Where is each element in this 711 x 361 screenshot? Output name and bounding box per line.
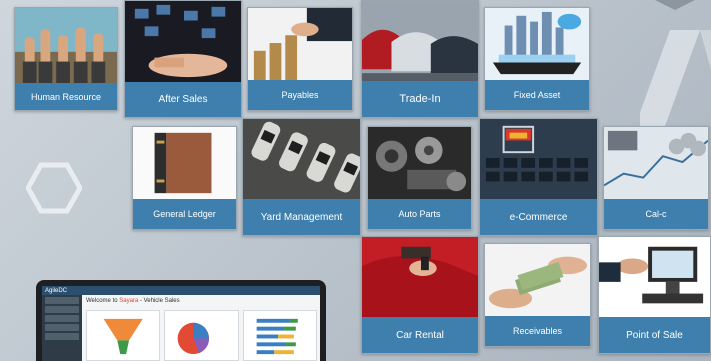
tile-label: General Ledger (133, 199, 236, 229)
app-sidebar-item (45, 333, 79, 340)
app-screen: AgileDC Welcome to Sayara - Vehicle Sale… (42, 286, 320, 361)
tile-payables[interactable]: Payables (247, 7, 353, 111)
tile-e-commerce[interactable]: e-Commerce (479, 118, 598, 236)
tile-car-rental[interactable]: Car Rental (361, 236, 479, 354)
bar-chart-icon (256, 318, 298, 355)
tile-fixed-asset[interactable]: Fixed Asset (484, 7, 590, 111)
app-sidebar-item (45, 297, 79, 304)
tile-label: Human Resource (15, 83, 117, 110)
tile-label: Car Rental (362, 317, 478, 353)
tile-label: Auto Parts (368, 199, 471, 229)
tile-label: Cal-c (604, 199, 708, 229)
app-welcome-title: Welcome to Sayara - Vehicle Sales (86, 298, 180, 304)
tile-point-of-sale[interactable]: Point of Sale (598, 236, 711, 354)
tile-label: e-Commerce (480, 199, 597, 235)
app-main: Welcome to Sayara - Vehicle Sales (86, 298, 317, 361)
pie-chart-icon (177, 322, 210, 355)
tile-general-ledger[interactable]: General Ledger (132, 126, 237, 230)
after-sales-image (125, 1, 241, 82)
tile-yard-management[interactable]: Yard Management (242, 118, 361, 236)
tile-label: Point of Sale (599, 317, 710, 353)
app-sidebar (42, 295, 82, 361)
tile-label: Payables (248, 80, 352, 110)
app-panels (86, 310, 317, 361)
auto-parts-image (368, 127, 471, 199)
tile-receivables[interactable]: Receivables (484, 243, 591, 347)
app-sidebar-item (45, 324, 79, 331)
payables-image (248, 8, 352, 80)
funnel-chart-icon (103, 318, 143, 355)
tile-label: Fixed Asset (485, 80, 589, 110)
car-rental-image (362, 237, 478, 317)
trade-in-image (362, 1, 478, 81)
hexagon-decoration-icon (26, 162, 82, 214)
human-resource-image (15, 8, 117, 83)
tile-human-resource[interactable]: Human Resource (14, 7, 118, 111)
app-brand: AgileDC (45, 287, 68, 294)
tile-auto-parts[interactable]: Auto Parts (367, 126, 472, 230)
tile-label: Trade-In (362, 81, 478, 117)
tile-after-sales[interactable]: After Sales (124, 0, 242, 118)
pie-panel (164, 310, 239, 361)
tile-label: Yard Management (243, 199, 360, 235)
receivables-image (485, 244, 590, 316)
tile-trade-in[interactable]: Trade-In (361, 0, 479, 118)
tile-label: Receivables (485, 316, 590, 346)
fixed-asset-image (485, 8, 589, 80)
e-commerce-image (480, 119, 597, 199)
general-ledger-image (133, 127, 236, 199)
point-of-sale-image (599, 237, 710, 317)
tile-label: After Sales (125, 82, 241, 117)
app-sidebar-item (45, 315, 79, 322)
funnel-panel (86, 310, 161, 361)
bars-panel (242, 310, 317, 361)
yard-management-image (243, 119, 360, 199)
cal-c-image (604, 127, 708, 199)
app-header: AgileDC (42, 286, 320, 295)
tile-cal-c[interactable]: Cal-c (603, 126, 709, 230)
arrow-decoration-icon (640, 30, 711, 140)
app-sidebar-item (45, 306, 79, 313)
laptop-preview: AgileDC Welcome to Sayara - Vehicle Sale… (36, 280, 326, 361)
chevron-decoration-icon (655, 0, 695, 10)
